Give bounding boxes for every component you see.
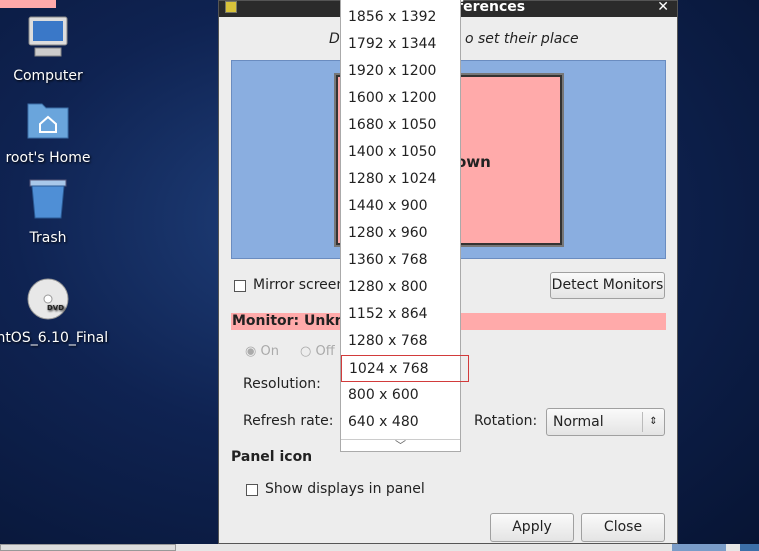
- resolution-option[interactable]: 800 x 600: [341, 382, 460, 409]
- window-title: ferences: [457, 0, 526, 15]
- detect-monitors-button[interactable]: Detect Monitors: [550, 272, 665, 299]
- desktop-icon-computer[interactable]: Computer: [0, 14, 98, 84]
- instruction-right: o set their place: [465, 31, 579, 47]
- on-radio[interactable]: ◉ On: [245, 344, 279, 359]
- instruction-left: D: [329, 31, 340, 47]
- trash-icon: [29, 179, 67, 219]
- close-icon[interactable]: ✕: [657, 0, 669, 14]
- on-label: On: [260, 344, 279, 359]
- taskbar-window-button[interactable]: [0, 544, 176, 551]
- off-radio[interactable]: ○ Off: [300, 344, 335, 359]
- panel-icon-heading: Panel icon: [231, 449, 313, 465]
- close-button[interactable]: Close: [581, 513, 665, 542]
- desktop-icon-label: root's Home: [5, 150, 91, 166]
- resolution-label: Resolution:: [243, 376, 321, 392]
- updown-chevron-icon: ⇕: [642, 412, 664, 432]
- mirror-checkbox[interactable]: [234, 280, 246, 292]
- dvd-icon: DVD: [27, 278, 69, 320]
- desktop-icon-trash[interactable]: Trash: [0, 176, 98, 246]
- scroll-down-arrow-icon[interactable]: ﹀: [341, 439, 460, 453]
- app-icon: [225, 1, 237, 13]
- mirror-label: Mirror screen: [253, 277, 346, 293]
- taskbar: [0, 544, 759, 551]
- monitor-name: own: [456, 153, 491, 171]
- resolution-option[interactable]: 1680 x 1050: [341, 112, 460, 139]
- resolution-option[interactable]: 1400 x 1050: [341, 139, 460, 166]
- resolution-option[interactable]: 1024 x 768: [341, 355, 469, 382]
- resolution-option[interactable]: 1280 x 800: [341, 274, 460, 301]
- desktop-icon-label: Computer: [13, 68, 83, 84]
- resolution-option[interactable]: 1440 x 900: [341, 193, 460, 220]
- home-folder-icon: [27, 103, 69, 139]
- trash-applet-icon[interactable]: [740, 544, 759, 551]
- resolution-option[interactable]: 1360 x 768: [341, 247, 460, 274]
- off-label: Off: [315, 344, 335, 359]
- desktop-icon-home[interactable]: root's Home: [0, 96, 98, 166]
- rotation-value: Normal: [553, 414, 604, 430]
- resolution-option[interactable]: 1280 x 1024: [341, 166, 460, 193]
- resolution-option[interactable]: 1856 x 1392: [341, 4, 460, 31]
- resolution-option[interactable]: 640 x 480: [341, 409, 460, 436]
- computer-icon: [28, 16, 68, 57]
- refresh-rate-label: Refresh rate:: [243, 413, 334, 429]
- desktop-icon-label: entOS_6.10_Final: [0, 330, 109, 346]
- desktop-icon-label: Trash: [29, 230, 67, 246]
- resolution-option[interactable]: 1152 x 864: [341, 301, 460, 328]
- rotation-label: Rotation:: [474, 413, 538, 429]
- apply-button[interactable]: Apply: [490, 513, 574, 542]
- desktop-pink-block: [0, 0, 56, 8]
- resolution-option[interactable]: 1920 x 1200: [341, 58, 460, 85]
- rotation-select[interactable]: Normal ⇕: [546, 408, 665, 436]
- resolution-option[interactable]: 1792 x 1344: [341, 31, 460, 58]
- workspace-switcher[interactable]: [672, 544, 726, 551]
- resolution-option[interactable]: 1280 x 960: [341, 220, 460, 247]
- resolution-option[interactable]: 1280 x 768: [341, 328, 460, 355]
- show-displays-label: Show displays in panel: [265, 481, 425, 497]
- svg-text:DVD: DVD: [47, 304, 64, 312]
- show-displays-checkbox[interactable]: [246, 484, 258, 496]
- resolution-option[interactable]: 1600 x 1200: [341, 85, 460, 112]
- desktop-icon-dvd[interactable]: DVD entOS_6.10_Final: [0, 276, 138, 346]
- resolution-dropdown-menu[interactable]: 1856 x 1392 1792 x 1344 1920 x 1200 1600 x …: [340, 0, 469, 453]
